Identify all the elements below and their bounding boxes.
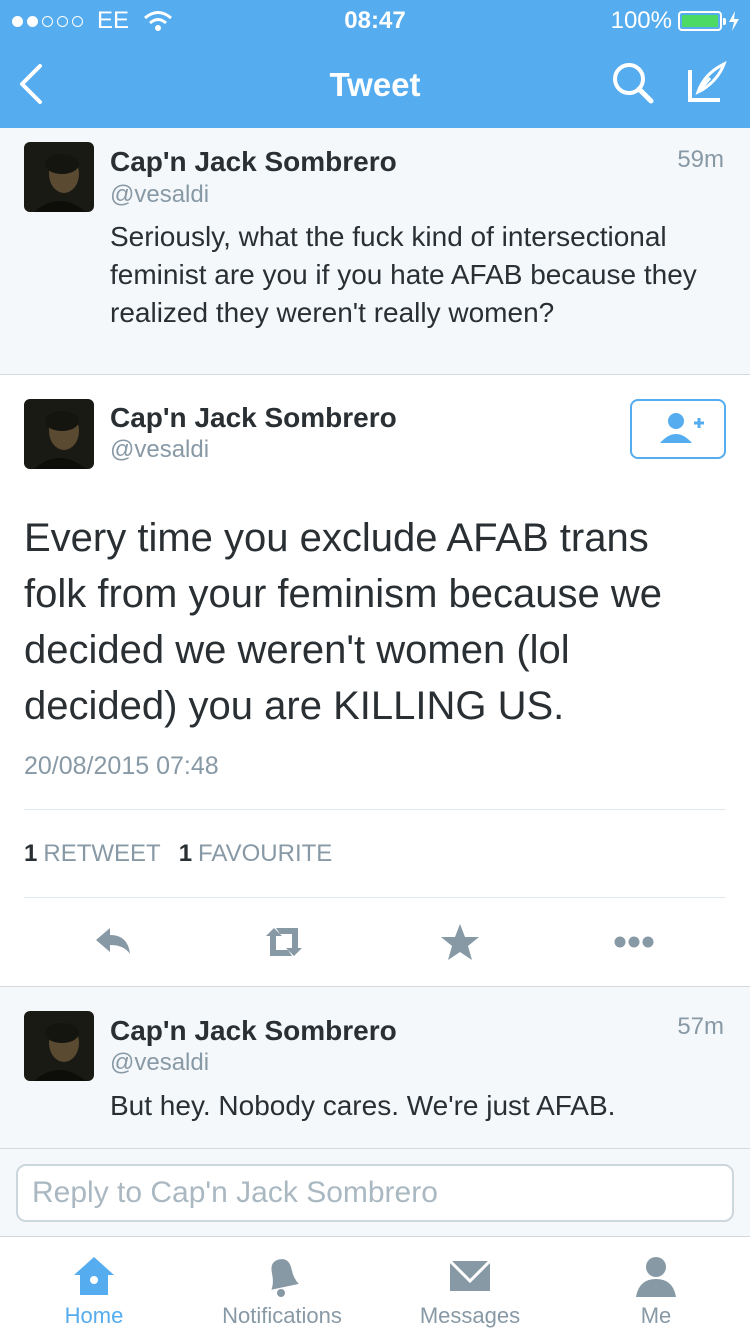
main-tweet: Cap'n Jack Sombrero @vesaldi Every time …: [0, 375, 750, 987]
tweet-text: Every time you exclude AFAB trans folk f…: [24, 516, 663, 728]
bell-icon: [271, 1259, 299, 1297]
reply-bar: [0, 1148, 750, 1236]
author-handle[interactable]: @vesaldi: [110, 1049, 209, 1077]
tab-home[interactable]: Home: [0, 1237, 188, 1334]
home-icon: [74, 1257, 114, 1295]
envelope-icon: [448, 1259, 492, 1291]
favourite-star-icon[interactable]: [438, 920, 482, 964]
author-handle[interactable]: @vesaldi: [110, 181, 209, 209]
top-bar: EE 08:47 100% Tweet: [0, 0, 750, 128]
compose-icon[interactable]: [684, 60, 730, 106]
retweet-count[interactable]: 1: [24, 840, 37, 868]
author-name[interactable]: Cap'n Jack Sombrero: [110, 146, 397, 178]
author-name[interactable]: Cap'n Jack Sombrero: [110, 1015, 397, 1047]
tweet-text: Seriously, what the fuck kind of interse…: [110, 221, 697, 328]
tab-label: Home: [64, 1303, 124, 1328]
tweet-text: But hey. Nobody cares. We're just AFAB.: [110, 1090, 616, 1121]
tweet-stats: 1 RETWEET 1 FAVOURITE: [24, 840, 332, 868]
author-handle[interactable]: @vesaldi: [110, 436, 209, 464]
divider: [24, 809, 726, 810]
follow-button[interactable]: [630, 399, 726, 459]
tweet-before[interactable]: Cap'n Jack Sombrero @vesaldi 59m Serious…: [0, 128, 750, 375]
favourite-label[interactable]: FAVOURITE: [198, 840, 332, 868]
battery-icon: [678, 11, 726, 31]
status-right: 100%: [611, 7, 740, 35]
tab-label: Notifications: [222, 1303, 342, 1328]
person-icon: [636, 1257, 676, 1297]
reply-input[interactable]: [16, 1164, 734, 1222]
add-user-icon: [660, 413, 704, 443]
author-name[interactable]: Cap'n Jack Sombrero: [110, 402, 397, 434]
tab-label: Me: [640, 1303, 672, 1328]
tab-me[interactable]: Me: [562, 1237, 750, 1334]
tab-messages[interactable]: Messages: [376, 1237, 564, 1334]
search-icon[interactable]: [610, 60, 656, 106]
favourite-count[interactable]: 1: [179, 840, 192, 868]
battery-percent: 100%: [610, 7, 672, 34]
divider: [24, 897, 726, 898]
tab-notifications[interactable]: Notifications: [188, 1237, 376, 1334]
avatar[interactable]: [24, 142, 94, 212]
tab-bar: Home Notifications Messages Me: [0, 1236, 750, 1334]
tweet-time: 59m: [677, 146, 724, 173]
retweet-label[interactable]: RETWEET: [43, 840, 160, 868]
avatar[interactable]: [24, 399, 94, 469]
charging-icon: [729, 11, 739, 31]
tweet-time: 57m: [677, 1013, 724, 1040]
tweet-actions: [0, 920, 750, 964]
tab-label: Messages: [419, 1303, 521, 1328]
avatar[interactable]: [24, 1011, 94, 1081]
nav-bar: Tweet: [0, 40, 750, 128]
more-dots-icon[interactable]: [612, 920, 656, 964]
retweet-icon[interactable]: [262, 920, 306, 964]
status-bar: EE 08:47 100%: [0, 0, 750, 40]
tweet-timestamp: 20/08/2015 07:48: [24, 752, 219, 780]
reply-icon[interactable]: [92, 920, 136, 964]
tweet-after[interactable]: Cap'n Jack Sombrero @vesaldi 57m But hey…: [0, 987, 750, 1148]
